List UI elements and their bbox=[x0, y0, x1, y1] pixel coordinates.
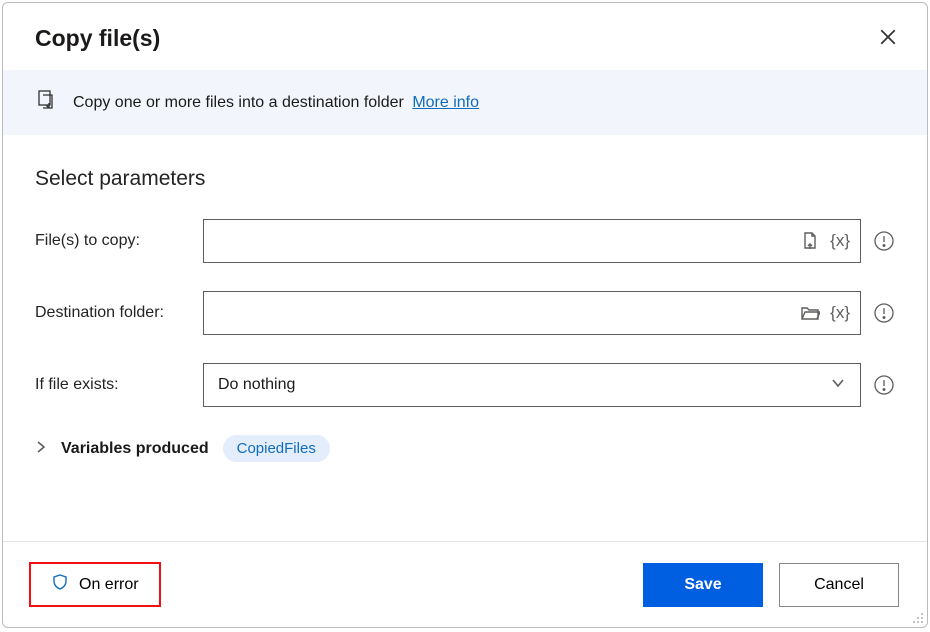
chevron-right-icon bbox=[35, 440, 47, 457]
info-bar: Copy one or more files into a destinatio… bbox=[3, 70, 927, 135]
copy-files-dialog: Copy file(s) Copy one or more files into… bbox=[2, 2, 928, 628]
row-if-file-exists: If file exists: Do nothing bbox=[35, 363, 895, 407]
save-button[interactable]: Save bbox=[643, 563, 763, 607]
if-file-exists-value: Do nothing bbox=[218, 376, 295, 394]
insert-variable-icon-2[interactable]: {x} bbox=[830, 303, 850, 323]
close-button[interactable] bbox=[877, 28, 899, 50]
more-info-link[interactable]: More info bbox=[412, 94, 479, 111]
dialog-body: Select parameters File(s) to copy: {x} bbox=[3, 135, 927, 541]
on-error-button[interactable]: On error bbox=[29, 562, 161, 607]
help-icon-destination[interactable] bbox=[873, 302, 895, 324]
variable-chip-copiedfiles[interactable]: CopiedFiles bbox=[223, 435, 330, 462]
cancel-button[interactable]: Cancel bbox=[779, 563, 899, 607]
info-text: Copy one or more files into a destinatio… bbox=[73, 94, 479, 112]
dialog-header: Copy file(s) bbox=[3, 3, 927, 70]
files-to-copy-input-box[interactable]: {x} bbox=[203, 219, 861, 263]
destination-folder-input-box[interactable]: {x} bbox=[203, 291, 861, 335]
if-file-exists-select[interactable]: Do nothing bbox=[203, 363, 861, 407]
expand-variables-toggle[interactable] bbox=[35, 440, 47, 458]
variables-produced-row: Variables produced CopiedFiles bbox=[35, 435, 895, 462]
destination-folder-input[interactable] bbox=[214, 292, 790, 334]
help-icon-exists[interactable] bbox=[873, 374, 895, 396]
folder-picker-icon[interactable] bbox=[800, 303, 820, 323]
dialog-footer: On error Save Cancel bbox=[3, 541, 927, 627]
variables-produced-label: Variables produced bbox=[61, 440, 209, 458]
dialog-title: Copy file(s) bbox=[35, 25, 160, 52]
section-heading: Select parameters bbox=[35, 167, 895, 191]
close-icon bbox=[879, 28, 897, 49]
shield-icon bbox=[51, 573, 69, 596]
label-if-file-exists: If file exists: bbox=[35, 376, 203, 394]
row-files-to-copy: File(s) to copy: {x} bbox=[35, 219, 895, 263]
copy-files-icon bbox=[35, 88, 59, 117]
insert-variable-icon[interactable]: {x} bbox=[830, 231, 850, 251]
label-destination-folder: Destination folder: bbox=[35, 304, 203, 322]
info-description: Copy one or more files into a destinatio… bbox=[73, 94, 404, 111]
label-files-to-copy: File(s) to copy: bbox=[35, 232, 203, 250]
row-destination-folder: Destination folder: {x} bbox=[35, 291, 895, 335]
files-to-copy-input[interactable] bbox=[214, 220, 790, 262]
on-error-label: On error bbox=[79, 576, 139, 594]
file-picker-icon[interactable] bbox=[800, 231, 820, 251]
resize-grip-icon[interactable] bbox=[909, 609, 923, 623]
help-icon-files[interactable] bbox=[873, 230, 895, 252]
chevron-down-icon bbox=[830, 375, 846, 396]
